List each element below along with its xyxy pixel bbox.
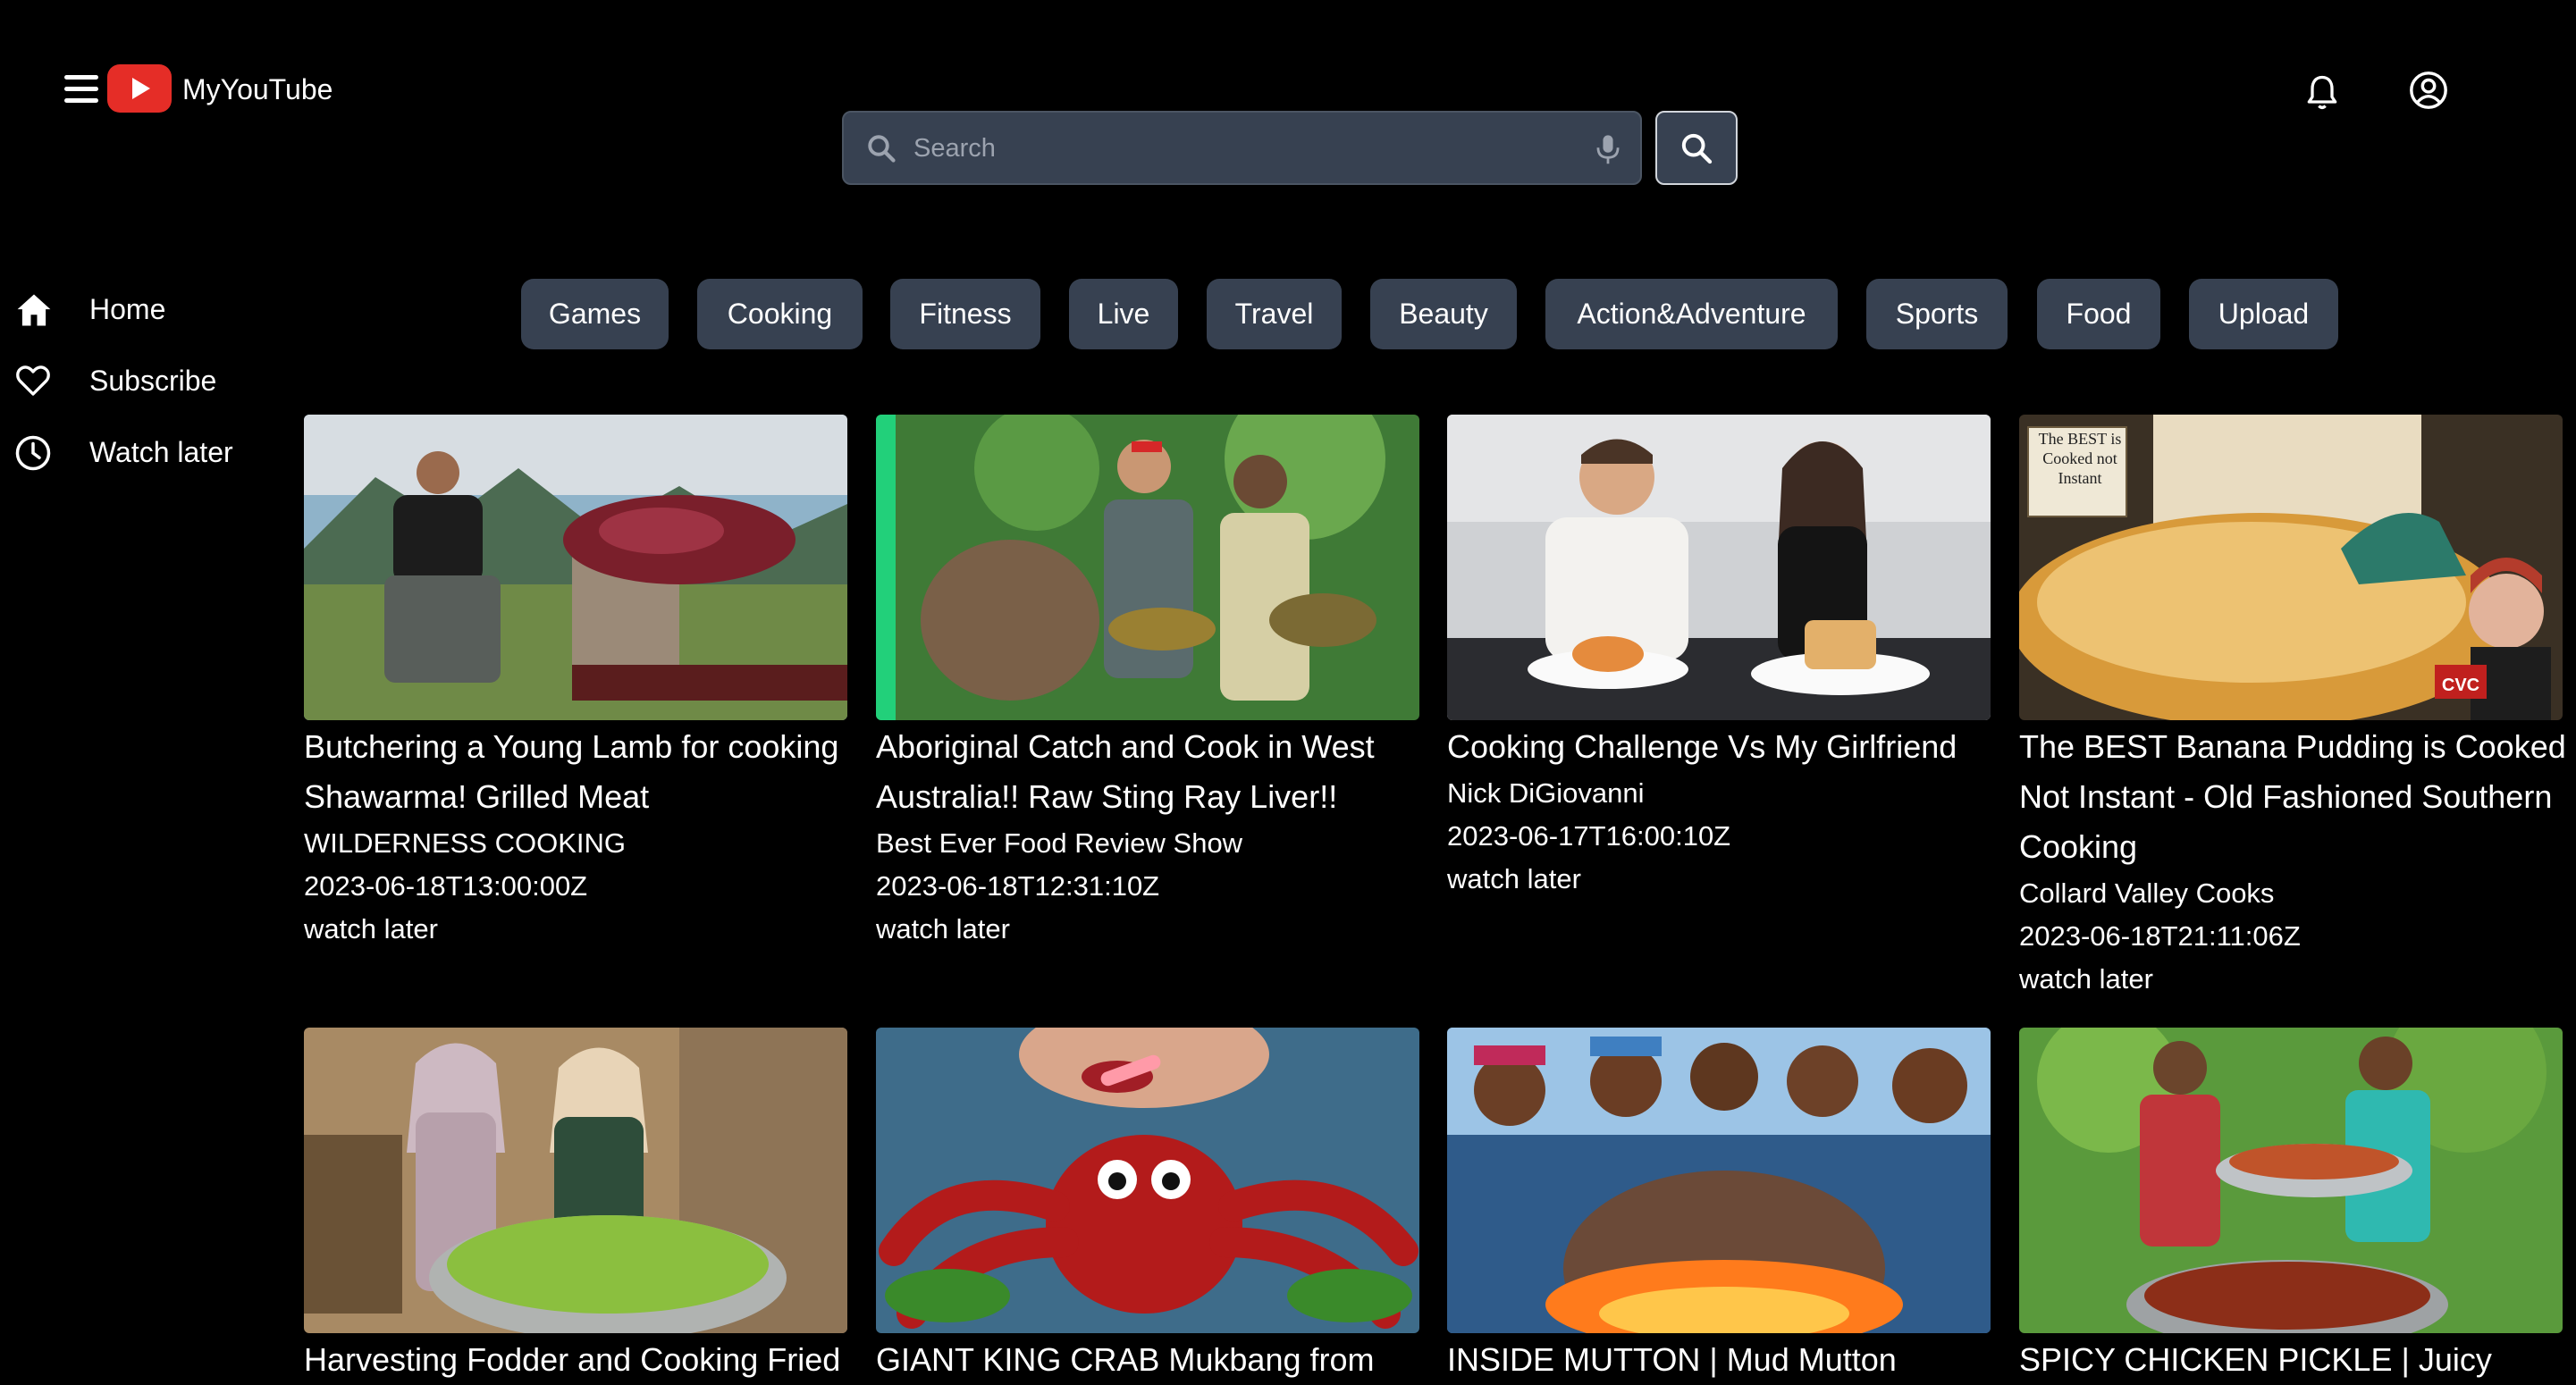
logo-icon[interactable]: [107, 64, 172, 113]
watch-later-link[interactable]: watch later: [2019, 958, 2153, 1001]
channel-name[interactable]: WILDERNESS COOKING: [304, 822, 858, 865]
sidebar-item-label: Subscribe: [89, 365, 217, 397]
search-input[interactable]: [913, 123, 1557, 173]
search-box: [842, 111, 1642, 185]
video-title[interactable]: Butchering a Young Lamb for cooking Shaw…: [304, 722, 858, 822]
video-thumbnail[interactable]: [876, 415, 1419, 720]
menu-icon[interactable]: [64, 75, 98, 105]
account-icon[interactable]: [2408, 70, 2449, 111]
channel-name[interactable]: Best Ever Food Review Show: [876, 822, 1430, 865]
video-title[interactable]: INSIDE MUTTON | Mud Mutton: [1447, 1335, 2001, 1385]
chip-food[interactable]: Food: [2037, 279, 2160, 349]
video-thumbnail[interactable]: [876, 1028, 1419, 1333]
chip-upload[interactable]: Upload: [2189, 279, 2338, 349]
publish-date: 2023-06-18T21:11:06Z: [2019, 920, 2301, 952]
sidebar-item-label: Watch later: [89, 436, 233, 468]
chip-beauty[interactable]: Beauty: [1370, 279, 1517, 349]
video-thumbnail[interactable]: The BEST is Cooked not Instant CVC: [2019, 415, 2563, 720]
search-button[interactable]: [1655, 111, 1738, 185]
app-name[interactable]: MyYouTube: [182, 73, 333, 106]
video-thumbnail[interactable]: [1447, 1028, 1991, 1333]
thumbnail-badge: CVC: [2441, 676, 2480, 695]
thumbnail-caption: The BEST is Cooked not Instant: [2038, 430, 2122, 487]
sidebar-item-subscribe[interactable]: Subscribe: [14, 352, 265, 406]
channel-name[interactable]: Collard Valley Cooks: [2019, 872, 2573, 915]
bell-icon[interactable]: [2302, 71, 2342, 113]
publish-date: 2023-06-17T16:00:10Z: [1447, 820, 1731, 852]
chip-live[interactable]: Live: [1069, 279, 1178, 349]
search-icon: [1681, 133, 1713, 164]
chip-cooking[interactable]: Cooking: [697, 279, 863, 349]
video-title[interactable]: Aboriginal Catch and Cook in West Austra…: [876, 722, 1430, 822]
search-icon: [868, 135, 896, 163]
publish-date: 2023-06-18T13:00:00Z: [304, 870, 588, 902]
watch-later-link[interactable]: watch later: [876, 908, 1010, 951]
video-thumbnail[interactable]: [304, 1028, 847, 1333]
chip-games[interactable]: Games: [521, 279, 669, 349]
video-title[interactable]: The BEST Banana Pudding is Cooked Not In…: [2019, 722, 2573, 872]
top-bar: MyYouTube: [0, 0, 2576, 232]
video-title[interactable]: Harvesting Fodder and Cooking Fried: [304, 1335, 858, 1385]
video-title[interactable]: Cooking Challenge Vs My Girlfriend: [1447, 722, 2001, 772]
clock-icon: [15, 435, 51, 471]
chip-fitness[interactable]: Fitness: [890, 279, 1040, 349]
chip-sports[interactable]: Sports: [1866, 279, 2008, 349]
watch-later-link[interactable]: watch later: [304, 908, 438, 951]
heart-icon: [16, 365, 50, 396]
chip-action-adventure[interactable]: Action&Adventure: [1545, 279, 1838, 349]
video-title[interactable]: SPICY CHICKEN PICKLE | Juicy: [2019, 1335, 2573, 1385]
video-thumbnail[interactable]: [2019, 1028, 2563, 1333]
watch-later-link[interactable]: watch later: [1447, 858, 1581, 901]
category-bar: Games Cooking Fitness Live Travel Beauty…: [0, 279, 2576, 350]
channel-name[interactable]: Nick DiGiovanni: [1447, 772, 2001, 815]
video-thumbnail[interactable]: [1447, 415, 1991, 720]
sidebar-item-watch-later[interactable]: Watch later: [14, 424, 265, 477]
video-thumbnail[interactable]: [304, 415, 847, 720]
chip-travel[interactable]: Travel: [1207, 279, 1342, 349]
mic-icon[interactable]: [1595, 134, 1621, 166]
video-title[interactable]: GIANT KING CRAB Mukbang from: [876, 1335, 1430, 1385]
publish-date: 2023-06-18T12:31:10Z: [876, 870, 1160, 902]
